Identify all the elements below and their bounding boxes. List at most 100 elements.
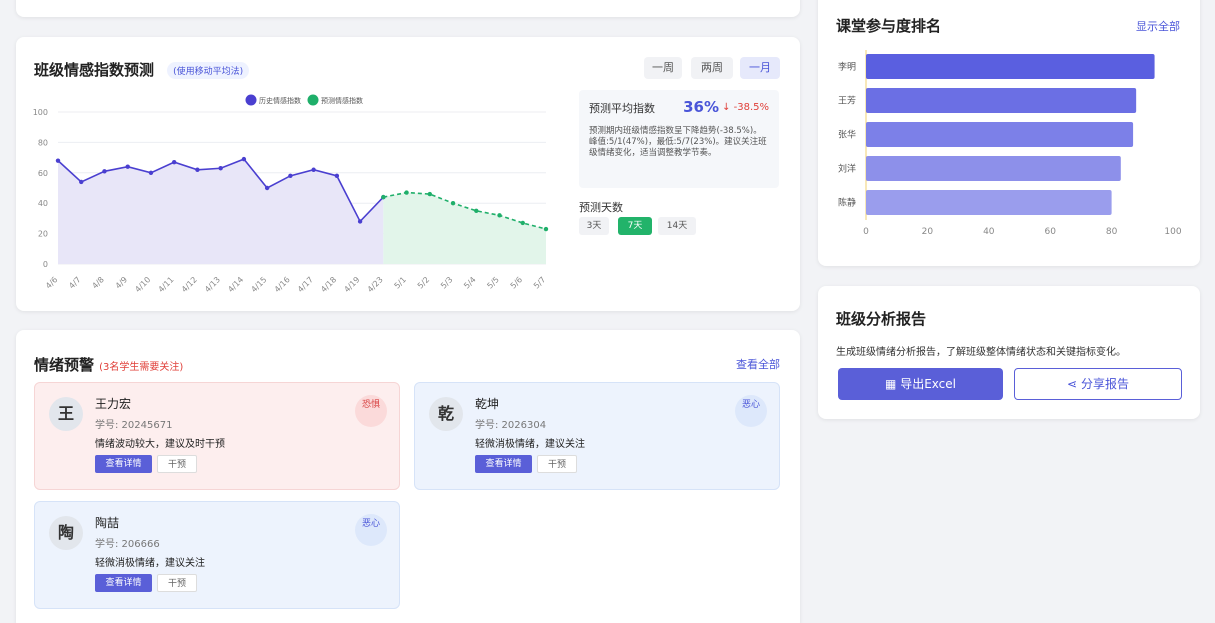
alerts-subtitle: (3名学生需要关注)	[99, 362, 184, 373]
show-all-link[interactable]: 显示全部	[1136, 18, 1180, 34]
x-tick-label: 5/6	[509, 275, 524, 290]
history-point	[264, 185, 270, 191]
student-id: 学号: 20245671	[95, 420, 173, 431]
summary-value: 36%	[683, 98, 719, 116]
forecast-summary-box: 预测平均指数 36% ↓ -38.5% 预测期内班级情感指数呈下降趋势(-38.…	[579, 90, 779, 188]
history-point	[125, 164, 130, 169]
category-label: 李明	[838, 61, 856, 73]
avatar: 王	[49, 397, 83, 431]
x-tick-label: 0	[863, 227, 869, 237]
category-label: 陈静	[838, 197, 856, 209]
legend-label: 预测情感指数	[321, 96, 363, 105]
report-title: 班级分析报告	[836, 310, 927, 328]
share-report-button[interactable]: ⋖ 分享报告	[1014, 368, 1182, 400]
summary-change: ↓ -38.5%	[722, 102, 769, 113]
forecast-title-row: 班级情感指数预测 (使用移动平均法)	[34, 59, 250, 80]
forecast-title: 班级情感指数预测	[34, 61, 155, 79]
forecast-point	[497, 213, 502, 218]
alerts-card: 情绪预警 (3名学生需要关注) 查看全部 王 王力宏 学号: 20245671 …	[16, 330, 800, 623]
participation-title: 课堂参与度排名	[836, 17, 942, 35]
range-week-button[interactable]: 一周	[644, 57, 682, 79]
alert-message: 情绪波动较大，建议及时干预	[95, 439, 225, 450]
category-label: 王芳	[838, 95, 856, 107]
history-point	[334, 173, 340, 179]
student-name: 陶喆	[95, 516, 120, 530]
x-tick-label: 5/3	[439, 275, 454, 290]
x-tick-label: 60	[1044, 227, 1056, 237]
participation-bar	[866, 88, 1137, 113]
view-detail-button[interactable]: 查看详情	[95, 455, 152, 473]
forecast-point	[520, 220, 525, 226]
history-point	[55, 158, 61, 163]
x-tick-label: 80	[1106, 227, 1118, 237]
history-point	[218, 166, 223, 171]
range-two-weeks-button[interactable]: 两周	[691, 57, 733, 79]
x-tick-label: 4/19	[342, 275, 361, 292]
student-name: 乾坤	[475, 397, 500, 411]
x-tick-label: 4/17	[296, 275, 315, 292]
intervene-button[interactable]: 干预	[537, 455, 577, 473]
forecast-point	[543, 226, 549, 232]
alerts-view-all-link[interactable]: 查看全部	[736, 356, 780, 372]
alerts-title-row: 情绪预警 (3名学生需要关注)	[34, 354, 183, 375]
x-tick-label: 4/13	[203, 275, 222, 292]
alerts-title: 情绪预警	[34, 356, 95, 374]
x-tick-label: 4/6	[44, 275, 59, 290]
participation-card: 课堂参与度排名 显示全部 李明 王芳 张华 刘洋 陈静 0 20 40 60 80 100	[818, 0, 1200, 266]
participation-bar	[866, 156, 1121, 181]
history-point	[357, 219, 363, 224]
days-label: 预测天数	[579, 201, 623, 214]
excel-file-icon: ▦	[885, 377, 897, 391]
days-7-button[interactable]: 7天	[618, 217, 652, 235]
x-tick-label: 5/4	[462, 275, 477, 290]
history-point	[288, 173, 293, 179]
forecast-line-chart: 0 20 40 60 80 100 4/6 4/7 4/8 4/9 4/10 4/11 4/12 4/13…	[33, 94, 549, 292]
x-tick-label: 5/1	[393, 275, 408, 290]
forecast-point	[474, 208, 479, 213]
y-tick-label: 40	[38, 199, 48, 208]
view-detail-button[interactable]: 查看详情	[475, 455, 532, 473]
top-card-partial	[16, 0, 800, 17]
view-detail-button[interactable]: 查看详情	[95, 574, 152, 592]
x-tick-label: 20	[922, 227, 934, 237]
emotion-badge: 恶心	[355, 514, 387, 546]
days-14-button[interactable]: 14天	[658, 217, 696, 235]
forecast-point	[381, 194, 386, 200]
participation-bar	[866, 190, 1112, 215]
export-excel-button[interactable]: ▦ 导出Excel	[838, 368, 1003, 400]
x-tick-label: 4/12	[180, 275, 199, 292]
days-3-button[interactable]: 3天	[579, 217, 609, 235]
participation-bar	[866, 122, 1134, 147]
x-tick-label: 4/9	[114, 275, 129, 290]
x-tick-label: 4/16	[273, 275, 292, 292]
x-tick-label: 4/15	[249, 275, 268, 292]
y-tick-label: 100	[33, 108, 48, 117]
x-tick-label: 4/14	[226, 275, 245, 292]
intervene-button[interactable]: 干预	[157, 574, 197, 592]
student-id: 学号: 206666	[95, 539, 160, 550]
history-point	[79, 179, 84, 185]
x-tick-label: 4/8	[90, 275, 105, 290]
forecast-card: 班级情感指数预测 (使用移动平均法) 一周 两周 一月 0 20 40 60 80 100…	[16, 37, 800, 311]
forecast-point	[404, 190, 409, 195]
forecast-point	[450, 201, 456, 206]
x-tick-label: 5/7	[532, 275, 547, 290]
avatar: 乾	[429, 397, 463, 431]
legend-swatch	[245, 94, 257, 106]
range-month-button[interactable]: 一月	[740, 57, 780, 79]
x-tick-label: 5/5	[485, 275, 500, 290]
intervene-button[interactable]: 干预	[157, 455, 197, 473]
x-tick-label: 100	[1164, 227, 1181, 237]
alert-message: 轻微消极情绪，建议关注	[475, 439, 585, 450]
summary-description: 预测期内班级情感指数呈下降趋势(-38.5%)。峰值:5/1(47%)，最低:5…	[589, 126, 767, 158]
x-tick-label: 4/18	[319, 275, 338, 292]
legend-label: 历史情感指数	[259, 96, 301, 105]
share-report-label: 分享报告	[1080, 377, 1129, 391]
x-tick-label: 4/23	[366, 275, 385, 292]
participation-bar	[866, 54, 1155, 79]
emotion-badge: 恶心	[735, 395, 767, 427]
report-description: 生成班级情绪分析报告，了解班级整体情绪状态和关键指标变化。	[836, 347, 1126, 358]
legend-swatch	[307, 94, 319, 106]
participation-bar-chart: 李明王芳张华刘洋陈静 0 20 40 60 80 100	[838, 50, 1182, 237]
x-tick-label: 4/10	[133, 275, 152, 292]
